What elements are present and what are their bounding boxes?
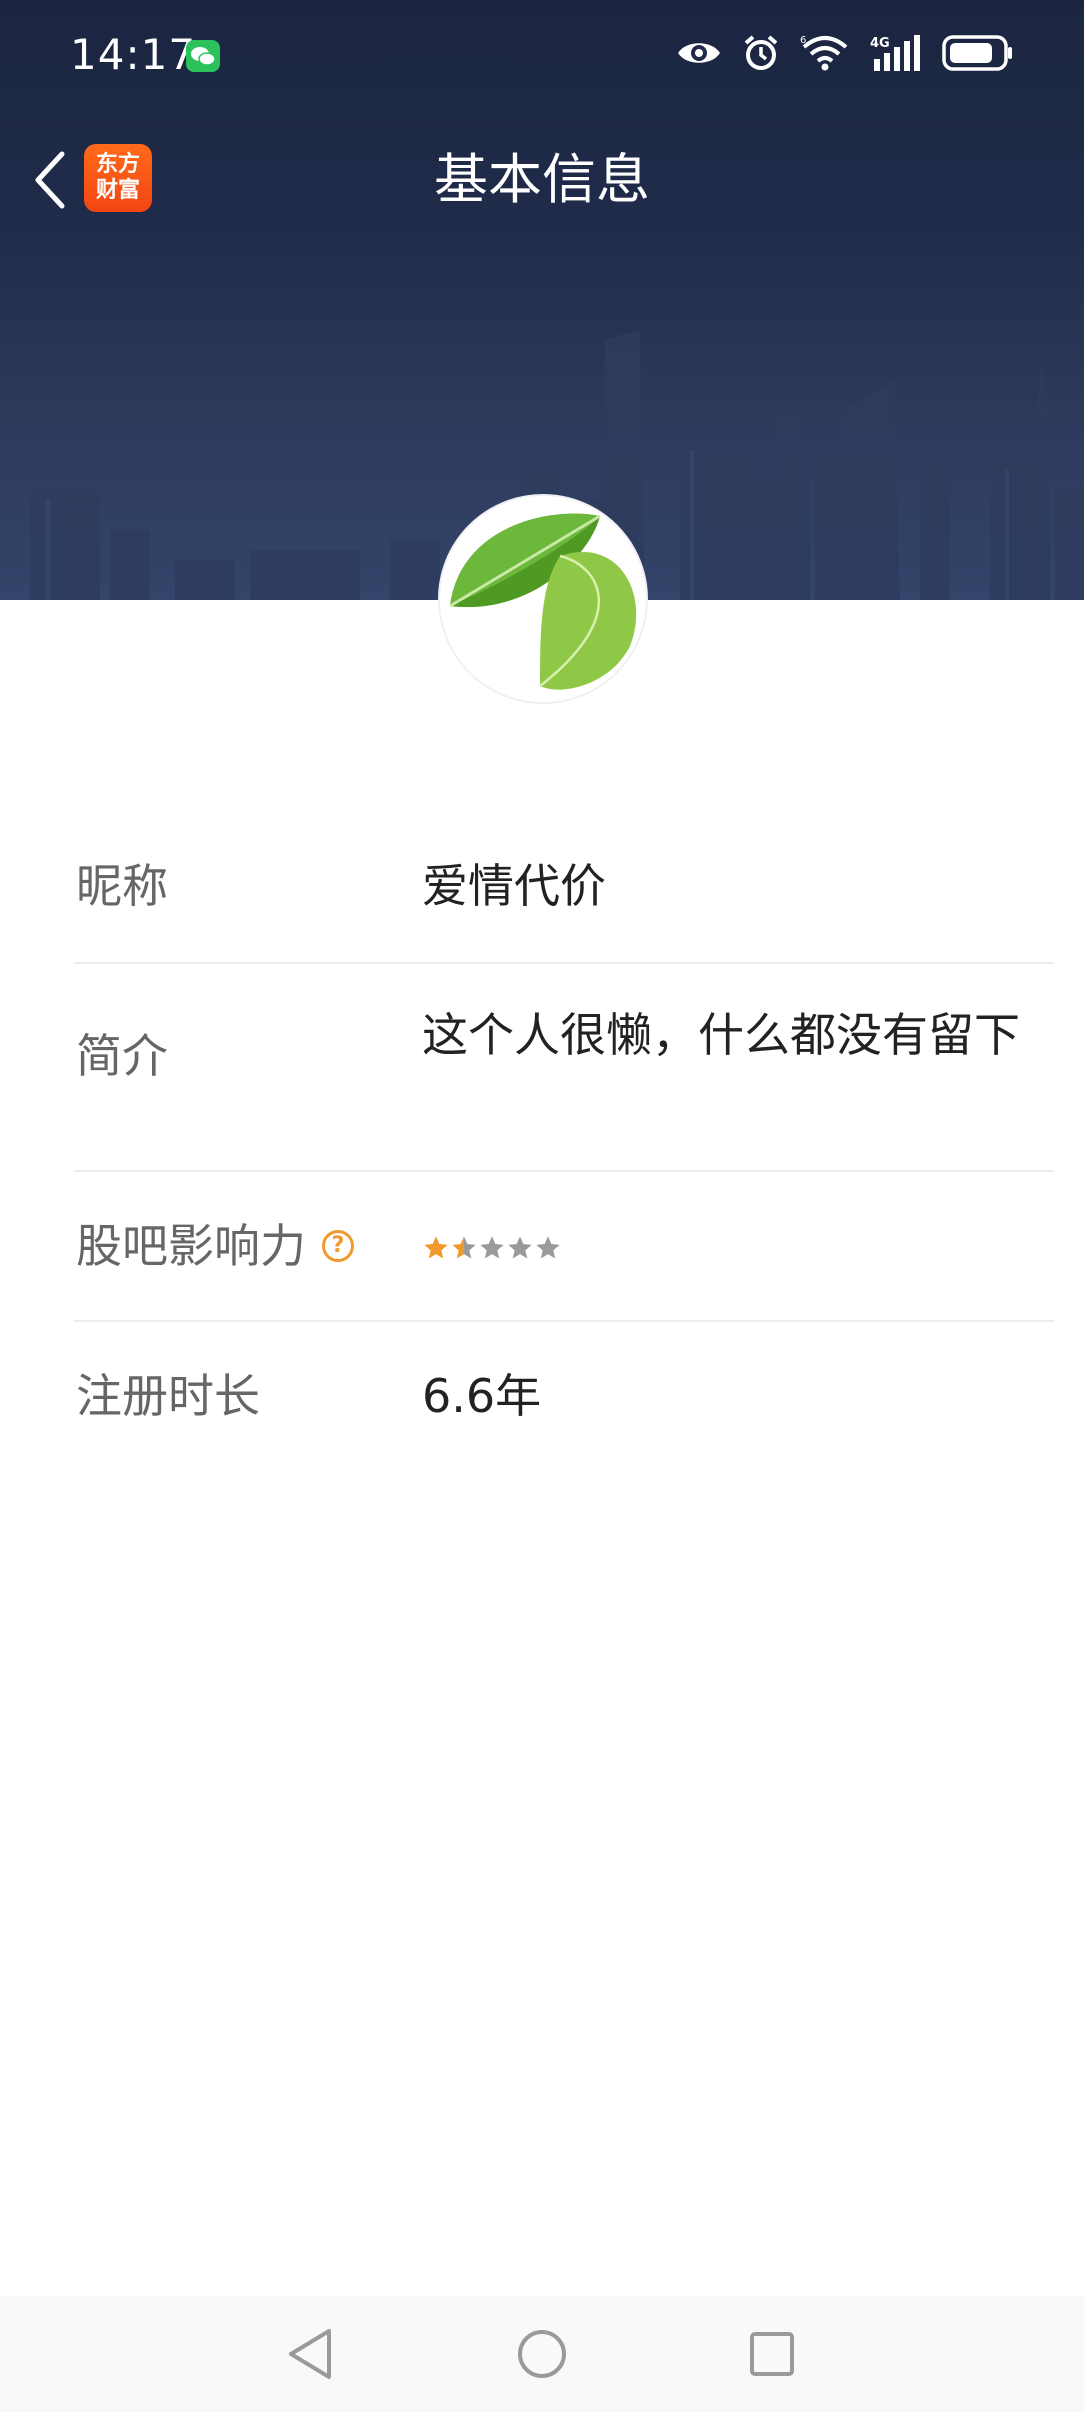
recents-square-icon — [750, 2332, 794, 2376]
page-title: 基本信息 — [434, 148, 650, 211]
alarm-icon — [742, 34, 780, 76]
help-icon[interactable]: ? — [322, 1230, 354, 1262]
svg-text:6: 6 — [800, 35, 806, 46]
nickname-label: 昵称 — [76, 859, 168, 913]
registration-value: 6.6年 — [422, 1369, 542, 1423]
system-recents-button[interactable] — [742, 2324, 802, 2384]
profile-info-list: 昵称 爱情代价 简介 这个人很懒，什么都没有留下 股吧影响力 ? 注册时长 6.… — [74, 812, 1054, 1472]
nav-bar: 东方 财富 基本信息 — [0, 130, 1084, 230]
status-icons: 6 4G — [676, 30, 1014, 80]
star-empty-icon — [506, 1219, 534, 1273]
system-back-button[interactable] — [280, 2324, 340, 2384]
home-circle-icon — [518, 2330, 566, 2378]
eye-icon — [676, 36, 722, 74]
star-icon — [422, 1219, 450, 1273]
influence-rating — [422, 1226, 1042, 1266]
svg-text:4G: 4G — [870, 36, 890, 51]
registration-row: 注册时长 6.6年 — [74, 1322, 1054, 1472]
bio-value: 这个人很懒，什么都没有留下 — [422, 1008, 1020, 1062]
bio-label: 简介 — [76, 1029, 168, 1083]
half-star-icon — [450, 1219, 478, 1273]
wifi-icon: 6 — [800, 33, 850, 77]
influence-label: 股吧影响力 — [76, 1219, 306, 1273]
status-time: 14:17 — [70, 30, 197, 79]
avatar-leaf-image — [440, 496, 646, 702]
page: 14:17 6 4G 东方 财富 基本信息 昵称 爱情代价 简介 这个人很懒，什… — [0, 0, 1084, 2412]
star-empty-icon — [478, 1219, 506, 1273]
status-bar: 14:17 6 4G — [0, 0, 1084, 110]
system-nav-bar — [0, 2296, 1084, 2412]
system-home-button[interactable] — [512, 2324, 572, 2384]
star-empty-icon — [534, 1219, 562, 1273]
wechat-icon — [186, 40, 220, 72]
battery-icon — [942, 34, 1014, 76]
signal-4g-icon: 4G — [870, 33, 922, 77]
influence-row: 股吧影响力 ? — [74, 1172, 1054, 1322]
nickname-row: 昵称 爱情代价 — [74, 812, 1054, 964]
influence-label-group: 股吧影响力 ? — [76, 1216, 354, 1276]
back-triangle-icon — [289, 2329, 331, 2379]
avatar[interactable] — [438, 494, 648, 704]
bio-row: 简介 这个人很懒，什么都没有留下 — [74, 964, 1054, 1172]
registration-label: 注册时长 — [76, 1369, 260, 1423]
nickname-value: 爱情代价 — [422, 859, 606, 913]
